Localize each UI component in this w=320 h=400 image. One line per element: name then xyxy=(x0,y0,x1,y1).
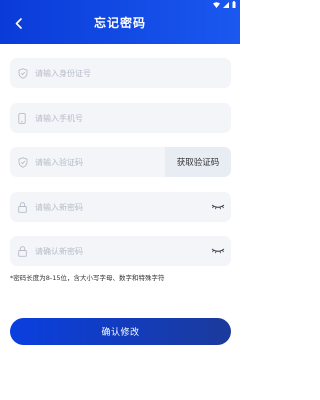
confirm-submit-button[interactable]: 确认修改 xyxy=(10,318,231,345)
app-header: 忘记密码 xyxy=(0,0,240,44)
signal-icon xyxy=(223,1,229,8)
code-input[interactable] xyxy=(32,147,165,177)
confirm-password-input[interactable] xyxy=(32,236,205,266)
id-card-input[interactable] xyxy=(32,58,231,88)
phone-field xyxy=(10,103,231,133)
get-code-button[interactable]: 获取验证码 xyxy=(165,147,231,177)
eye-closed-icon[interactable] xyxy=(205,204,231,210)
password-hint: *密码长度为8-15位，含大小写字母、数字和特殊字符 xyxy=(10,274,165,282)
new-password-field xyxy=(10,192,231,222)
wifi-icon xyxy=(213,1,220,8)
phone-icon xyxy=(10,112,32,124)
eye-closed-icon[interactable] xyxy=(205,248,231,254)
phone-input[interactable] xyxy=(32,103,231,133)
lock-icon xyxy=(10,201,32,213)
status-bar xyxy=(0,0,240,10)
lock-icon xyxy=(10,245,32,257)
shield-check-icon xyxy=(10,67,32,79)
new-password-input[interactable] xyxy=(32,192,205,222)
shield-check-icon xyxy=(10,156,32,168)
status-icons xyxy=(213,1,236,8)
battery-icon xyxy=(232,1,236,8)
code-field: 获取验证码 xyxy=(10,147,231,177)
page-title: 忘记密码 xyxy=(93,16,146,30)
confirm-password-field xyxy=(10,236,231,266)
id-card-field xyxy=(10,58,231,88)
